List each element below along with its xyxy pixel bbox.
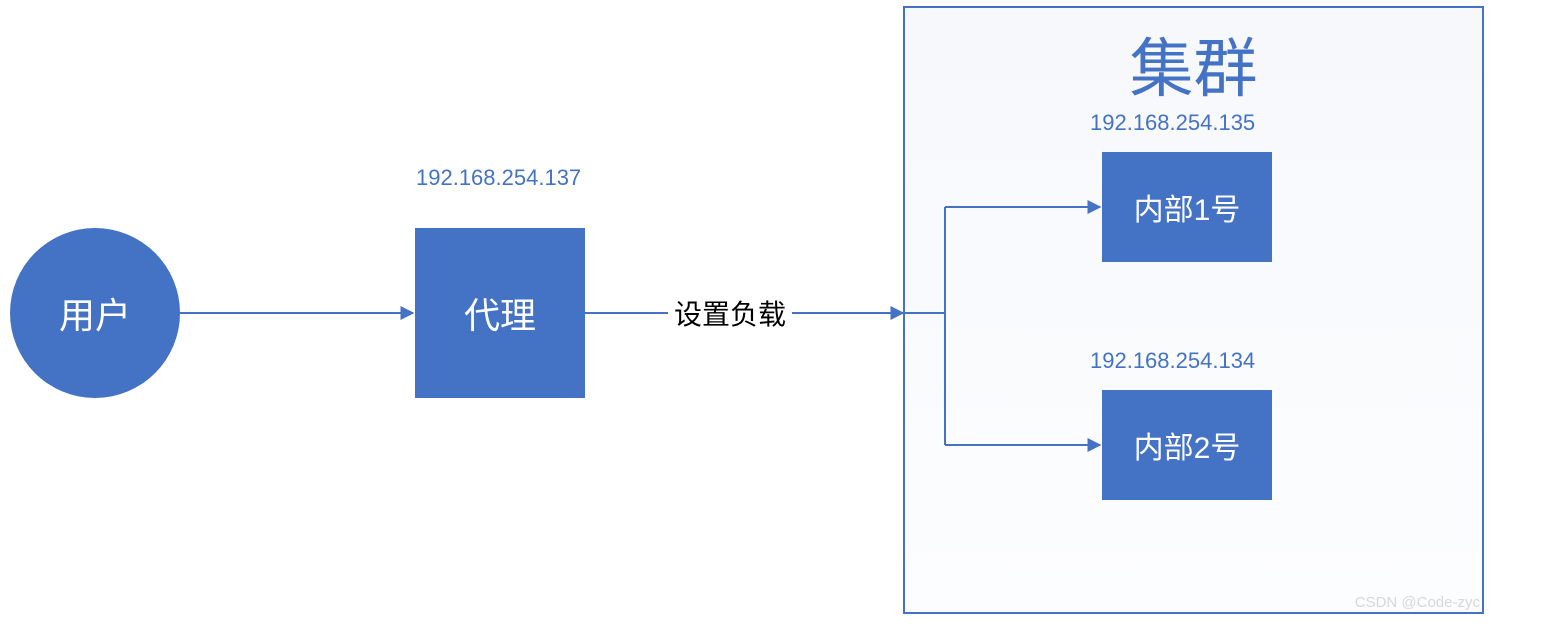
server2-ip-label: 192.168.254.134 [1090,348,1255,374]
cluster-title: 集群 [905,18,1482,110]
proxy-node-label: 代理 [464,287,536,339]
proxy-node: 代理 [415,228,585,398]
server1-node-label: 内部1号 [1134,185,1241,229]
user-node: 用户 [10,228,180,398]
diagram-canvas: { "nodes": { "user": { "label": "用户" }, … [0,0,1550,629]
server1-ip-label: 192.168.254.135 [1090,110,1255,136]
edge-label-load-balance: 设置负载 [670,293,790,333]
server2-node: 内部2号 [1102,390,1272,500]
cluster-container: 集群 [903,6,1484,614]
server1-node: 内部1号 [1102,152,1272,262]
server2-node-label: 内部2号 [1134,423,1241,467]
watermark: CSDN @Code-zyc [1355,594,1480,611]
proxy-ip-label: 192.168.254.137 [416,165,581,191]
user-node-label: 用户 [59,287,131,339]
